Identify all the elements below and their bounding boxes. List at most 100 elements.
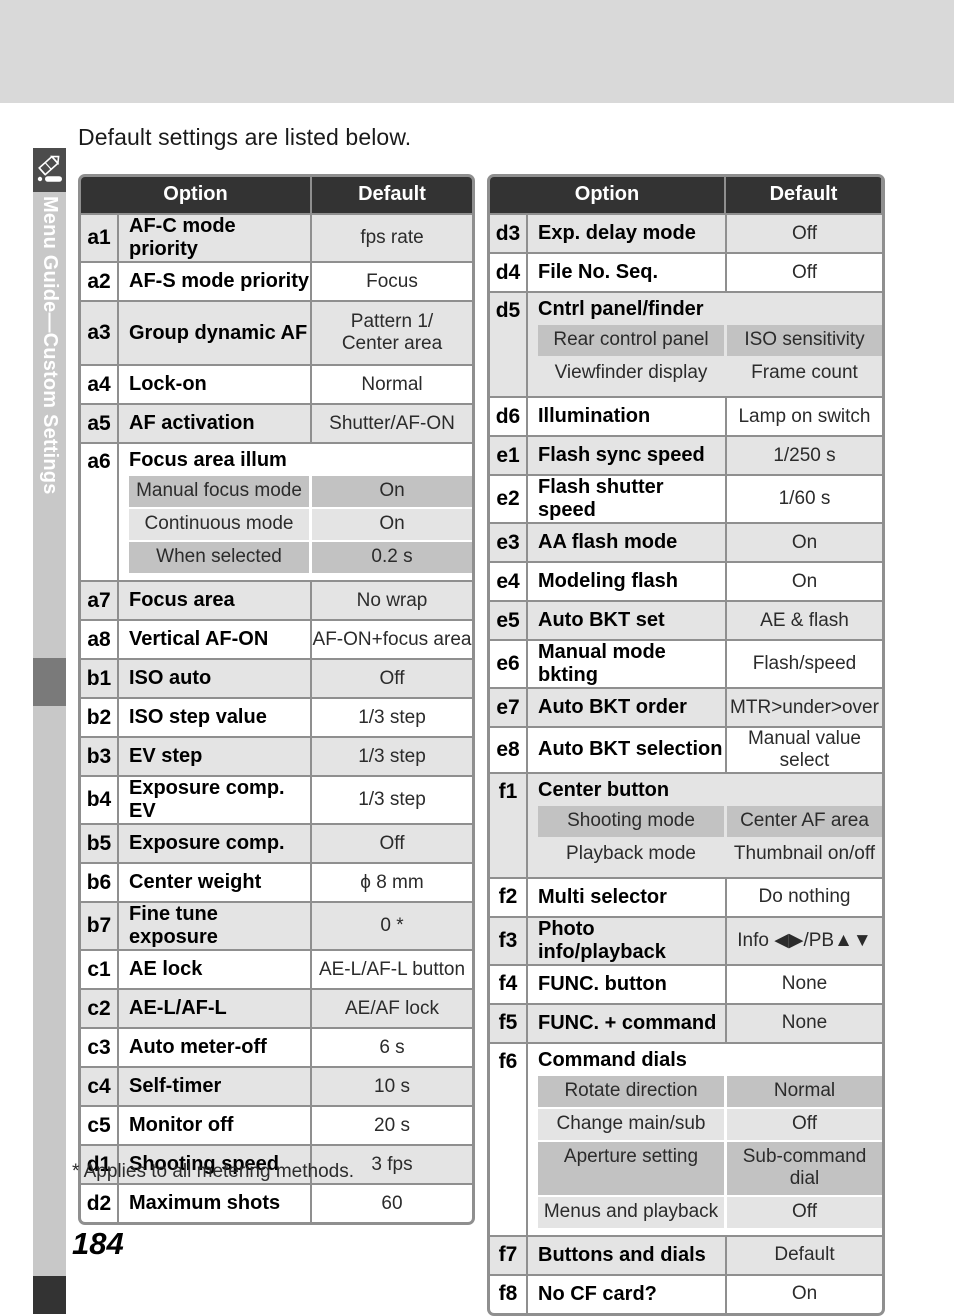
table-header-row: Option Default xyxy=(81,177,472,213)
setting-code: f2 xyxy=(490,878,526,916)
table-row: b4 Exposure comp. EV 1/3 step xyxy=(81,775,472,823)
column-header-default: Default xyxy=(312,177,472,213)
setting-code: c5 xyxy=(81,1107,117,1144)
sidebar-marker-middle xyxy=(33,658,66,706)
table-group-row: a6 Focus area illum Manual focus mode On Con… xyxy=(81,442,472,580)
setting-option-name: Lock-on xyxy=(117,366,310,403)
setting-code: b2 xyxy=(81,699,117,736)
setting-default-value: 20 s xyxy=(310,1107,472,1144)
subsetting-name: Continuous mode xyxy=(129,509,309,540)
setting-code: c2 xyxy=(81,990,117,1027)
setting-option-name: AF-S mode priority xyxy=(117,263,310,300)
table-row: b7 Fine tune exposure 0 * xyxy=(81,901,472,949)
setting-default-value: Shutter/AF-ON xyxy=(310,405,472,442)
table-row: e7 Auto BKT order MTR>under>over xyxy=(490,687,882,726)
table-row: a4 Lock-on Normal xyxy=(81,364,472,403)
group-bottom-padding xyxy=(119,575,472,580)
table-row: d6 Illumination Lamp on switch xyxy=(490,396,882,435)
table-row: c3 Auto meter-off 6 s xyxy=(81,1027,472,1066)
table-subrow: Rear control panel ISO sensitivity xyxy=(528,325,882,356)
setting-default-value: 0 * xyxy=(310,903,472,949)
sidebar-section-label-text: Menu Guide—Custom Settings xyxy=(39,196,61,495)
subsetting-default-value: Sub-command dial xyxy=(727,1141,882,1195)
group-body: Center button Shooting mode Center AF area… xyxy=(526,773,882,877)
column-header-option: Option xyxy=(490,177,724,213)
setting-default-value: Off xyxy=(310,660,472,697)
subsetting-default-value: Frame count xyxy=(727,358,882,389)
setting-code: c1 xyxy=(81,951,117,988)
table-row: b1 ISO auto Off xyxy=(81,658,472,697)
group-body: Focus area illum Manual focus mode On Conti… xyxy=(117,444,472,580)
setting-code: f5 xyxy=(490,1004,526,1042)
setting-default-value: 6 s xyxy=(310,1029,472,1066)
table-row: b2 ISO step value 1/3 step xyxy=(81,697,472,736)
table-row: c1 AE lock AE-L/AF-L button xyxy=(81,949,472,988)
setting-code: f8 xyxy=(490,1275,526,1313)
subsetting-name: When selected xyxy=(129,542,309,573)
setting-default-value: 1/3 step xyxy=(310,738,472,775)
setting-code: f1 xyxy=(490,773,526,877)
setting-default-value: No wrap xyxy=(310,582,472,619)
custom-settings-table-left: Option Default a1 AF-C mode priority fps rat… xyxy=(78,174,475,1225)
setting-option-name: ISO auto xyxy=(117,660,310,697)
subsetting-default-value: Thumbnail on/off xyxy=(727,838,882,870)
page-intro-text: Default settings are listed below. xyxy=(78,124,412,150)
table-subrow: Aperture setting Sub-command dial xyxy=(528,1141,882,1195)
table-row: a1 AF-C mode priority fps rate xyxy=(81,213,472,261)
setting-code: f6 xyxy=(490,1043,526,1235)
setting-code: f4 xyxy=(490,965,526,1003)
setting-option-name: No CF card? xyxy=(526,1275,725,1313)
setting-option-name: Vertical AF-ON xyxy=(117,621,310,658)
setting-default-value: 1/250 s xyxy=(725,437,882,474)
setting-code: a6 xyxy=(81,444,117,580)
setting-code: d4 xyxy=(490,254,526,291)
table-row: e2 Flash shutter speed 1/60 s xyxy=(490,474,882,522)
setting-code: d6 xyxy=(490,398,526,435)
table-row: c4 Self-timer 10 s xyxy=(81,1066,472,1105)
subsetting-name: Rotate direction xyxy=(538,1075,724,1107)
table-subrow: Playback mode Thumbnail on/off xyxy=(528,838,882,870)
subsetting-name: Viewfinder display xyxy=(538,358,724,389)
setting-option-name: Auto BKT order xyxy=(526,689,725,726)
setting-option-name: Monitor off xyxy=(117,1107,310,1144)
group-body: Cntrl panel/finder Rear control panel ISO … xyxy=(526,293,882,396)
table-row: b5 Exposure comp. Off xyxy=(81,823,472,862)
setting-code: c3 xyxy=(81,1029,117,1066)
setting-default-value: AF-ON+focus area xyxy=(310,621,472,658)
subsetting-default-value: 0.2 s xyxy=(312,542,472,573)
setting-default-value: 60 xyxy=(310,1185,472,1222)
setting-option-name: Focus area illum xyxy=(129,449,287,471)
sidebar-marker-bottom xyxy=(33,1276,66,1314)
sidebar-section-label: Menu Guide—Custom Settings xyxy=(33,196,66,616)
table-row: e4 Modeling flash On xyxy=(490,561,882,600)
table-header-row: Option Default xyxy=(490,177,882,213)
setting-default-value: ϕ 8 mm xyxy=(310,864,472,901)
setting-default-value: MTR>under>over xyxy=(725,689,882,726)
table-row: e1 Flash sync speed 1/250 s xyxy=(490,435,882,474)
setting-code: b1 xyxy=(81,660,117,697)
setting-default-value: 1/3 step xyxy=(310,777,472,823)
setting-option-name: Self-timer xyxy=(117,1068,310,1105)
setting-code: e6 xyxy=(490,641,526,687)
setting-option-name: AE-L/AF-L xyxy=(117,990,310,1027)
subsetting-default-value: On xyxy=(312,509,472,540)
table-row: c5 Monitor off 20 s xyxy=(81,1105,472,1144)
setting-option-name: EV step xyxy=(117,738,310,775)
table-row: e3 AA flash mode On xyxy=(490,522,882,561)
setting-code: f3 xyxy=(490,917,526,964)
setting-option-name: Exp. delay mode xyxy=(526,215,725,252)
table-subrow: Change main/sub Off xyxy=(528,1108,882,1140)
setting-default-value: On xyxy=(725,1275,882,1313)
setting-code: d3 xyxy=(490,215,526,252)
setting-option-name: Command dials xyxy=(538,1048,687,1071)
setting-option-name: Exposure comp. EV xyxy=(117,777,310,823)
setting-default-value: None xyxy=(725,965,882,1003)
table-subrow: When selected 0.2 s xyxy=(119,542,472,573)
setting-option-name: Center button xyxy=(538,778,670,801)
setting-default-value: AE/AF lock xyxy=(310,990,472,1027)
setting-code: e2 xyxy=(490,476,526,522)
table-row: c2 AE-L/AF-L AE/AF lock xyxy=(81,988,472,1027)
setting-code: b4 xyxy=(81,777,117,823)
subsetting-name: Rear control panel xyxy=(538,325,724,356)
setting-code: b5 xyxy=(81,825,117,862)
